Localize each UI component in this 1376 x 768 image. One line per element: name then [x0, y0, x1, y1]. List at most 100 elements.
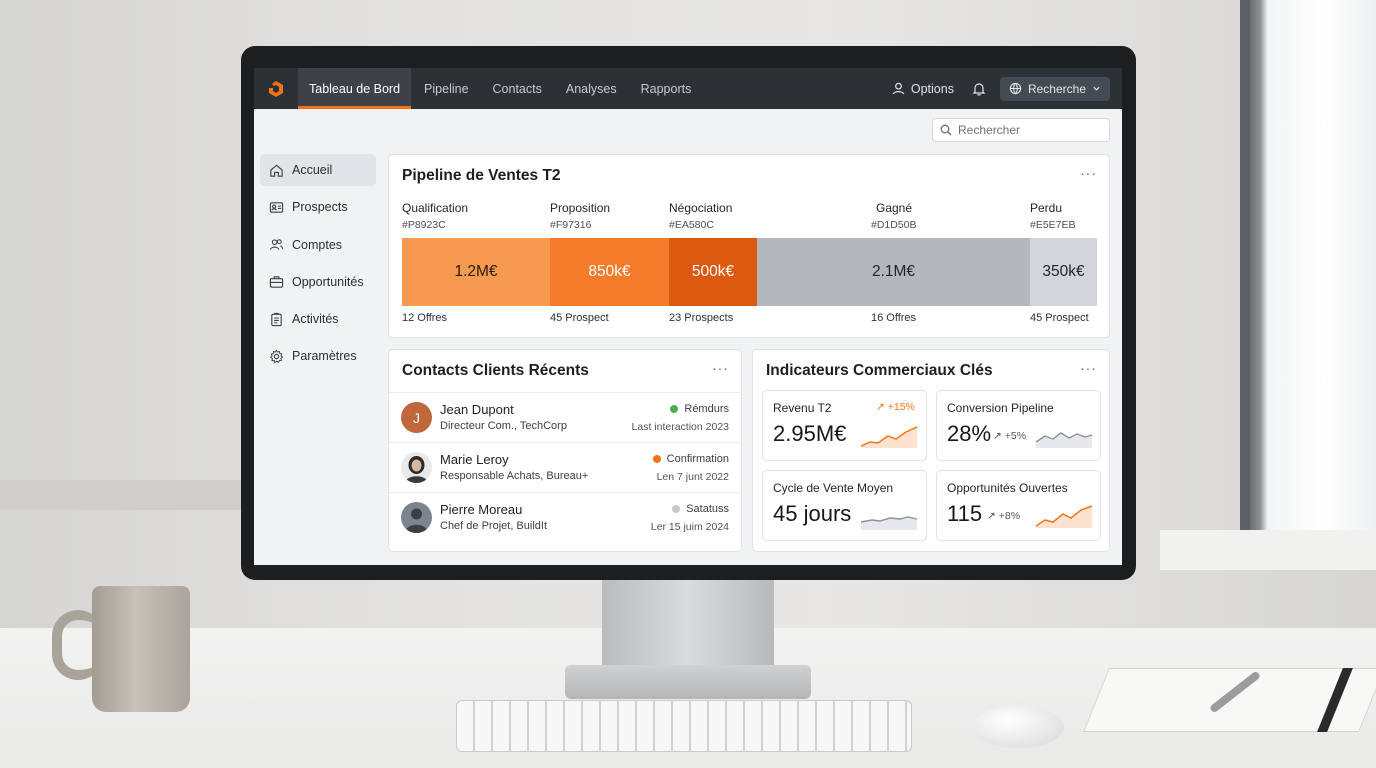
sparkline-icon [1035, 432, 1093, 448]
contact-role: Directeur Com., TechCorp [440, 420, 567, 432]
top-navigation: Tableau de Bord Pipeline Contacts Analys… [254, 68, 1122, 109]
contact-status: Confirmation [652, 453, 729, 465]
mouse [972, 706, 1064, 748]
kpi-conversion[interactable]: Conversion Pipeline 28% ↗ +5% [936, 390, 1101, 461]
stage-count: 12 Offres [402, 312, 448, 324]
contact-row[interactable]: Marie Leroy Responsable Achats, Bureau+ … [389, 442, 741, 492]
logo-icon[interactable] [254, 68, 298, 109]
sidebar-item-activites[interactable]: Activités [260, 303, 376, 335]
sparkline-icon [860, 426, 918, 448]
gear-icon [269, 349, 284, 364]
briefcase-icon [269, 276, 284, 289]
status-label: Satatuss [686, 503, 729, 515]
kpi-delta: ↗ +8% [987, 510, 1020, 522]
kpi-value: 2.95M€ [773, 421, 847, 446]
contact-role: Chef de Projet, BuildIt [440, 520, 548, 532]
recherche-dropdown[interactable]: Recherche [999, 76, 1110, 101]
nav-tab-pipeline[interactable]: Pipeline [413, 68, 479, 109]
status-dot [652, 455, 661, 463]
id-card-icon [269, 202, 284, 213]
stage-count: 23 Prospects [669, 312, 734, 324]
contact-role: Responsable Achats, Bureau+ [440, 470, 589, 482]
kpi-label: Revenu T2 [773, 401, 832, 415]
keyboard [456, 700, 912, 752]
status-label: Confirmation [666, 453, 729, 465]
stage-hex: #EA580C [669, 219, 714, 231]
kpi-label: Conversion Pipeline [947, 401, 1054, 415]
kpi-delta: ↗ +5% [993, 430, 1026, 442]
nav-tab-tableau-de-bord[interactable]: Tableau de Bord [298, 68, 412, 109]
avatar: J [401, 402, 432, 433]
kpi-revenu[interactable]: Revenu T2 ↗ +15% 2.95M€ [762, 390, 927, 461]
recent-contacts-card: Contacts Clients Récents ··· J Jean Dupo… [388, 349, 742, 552]
globe-icon [1009, 82, 1022, 95]
stage-bar-negociation[interactable]: 500k€ [669, 238, 757, 306]
contacts-title: Contacts Clients Récents [402, 362, 589, 379]
sparkline-icon [1035, 505, 1093, 528]
stage-bar-proposition[interactable]: 850k€ [550, 238, 669, 306]
contact-name: Jean Dupont [440, 402, 514, 417]
contact-status: Satatuss [672, 503, 729, 515]
kpi-cycle-vente[interactable]: Cycle de Vente Moyen 45 jours [762, 470, 927, 541]
pipeline-card: Pipeline de Ventes T2 ··· Qualification … [388, 154, 1110, 338]
sidebar-item-comptes[interactable]: Comptes [260, 229, 376, 261]
stage-hex: #F97316 [550, 219, 592, 231]
contact-status: Rémdurs [670, 403, 729, 415]
stage-label: Qualification [402, 201, 469, 215]
sidebar-item-label: Prospects [292, 200, 348, 215]
kpi-title: Indicateurs Commerciaux Clés [766, 362, 993, 379]
kpi-delta-value: +5% [1004, 430, 1027, 442]
search-placeholder: Rechercher [958, 123, 1021, 137]
sidebar-item-opportunites[interactable]: Opportunités [260, 266, 376, 298]
background-window [1250, 0, 1376, 560]
home-icon [270, 164, 283, 177]
arrow-up-right-icon: ↗ [876, 401, 885, 413]
kpi-label: Opportunités Ouvertes [947, 481, 1068, 495]
status-label: Rémdurs [684, 403, 729, 415]
sidebar-item-parametres[interactable]: Paramètres [260, 340, 376, 372]
contact-row[interactable]: J Jean Dupont Directeur Com., TechCorp R… [389, 392, 741, 442]
sidebar-item-prospects[interactable]: Prospects [260, 191, 376, 223]
stage-count: 45 Prospect [550, 312, 609, 324]
stage-bar-qualification[interactable]: 1.2M€ [402, 238, 550, 306]
sparkline-icon [860, 516, 918, 530]
sidebar-item-label: Activités [292, 312, 339, 327]
search-input[interactable]: Rechercher [932, 118, 1110, 142]
contact-name: Marie Leroy [440, 452, 509, 467]
nav-tab-rapports[interactable]: Rapports [630, 68, 703, 109]
bell-icon[interactable] [972, 82, 986, 96]
kpi-value: 115 [947, 501, 983, 526]
stage-hex: #E5E7EB [1030, 219, 1076, 231]
users-icon [269, 239, 284, 250]
kpi-card: Indicateurs Commerciaux Clés ··· Revenu … [752, 349, 1110, 552]
status-dot [672, 505, 681, 513]
more-icon[interactable]: ··· [1080, 165, 1097, 181]
more-icon[interactable]: ··· [712, 360, 729, 376]
stage-label: Proposition [550, 201, 611, 215]
kpi-opportunites[interactable]: Opportunités Ouvertes 115 ↗ +8% [936, 470, 1101, 541]
nav-tab-contacts[interactable]: Contacts [482, 68, 553, 109]
sidebar-item-label: Accueil [292, 163, 333, 177]
options-button[interactable]: Options [892, 82, 954, 96]
chevron-down-icon [1093, 86, 1100, 91]
stage-count: 45 Prospect [1030, 312, 1089, 324]
stage-hex: #D1D50B [871, 219, 917, 231]
stage-bar-perdu[interactable]: 350k€ [1030, 238, 1097, 306]
more-icon[interactable]: ··· [1080, 360, 1097, 376]
sidebar-item-label: Paramètres [292, 349, 357, 364]
monitor-stand [602, 578, 774, 673]
kpi-label: Cycle de Vente Moyen [773, 481, 894, 495]
person-photo-icon [405, 456, 428, 483]
stage-bar-gagne[interactable]: 2.1M€ [757, 238, 1030, 306]
sidebar-item-accueil[interactable]: Accueil [260, 154, 376, 186]
nav-tab-analyses[interactable]: Analyses [555, 68, 628, 109]
contact-date: Len 7 junt 2022 [656, 471, 729, 483]
stage-label: Négociation [669, 201, 733, 215]
recherche-label: Recherche [1027, 81, 1086, 96]
options-label: Options [910, 81, 954, 96]
contact-date: Last interaction 2023 [631, 421, 729, 433]
stage-count: 16 Offres [871, 312, 917, 324]
user-icon [892, 82, 905, 95]
clipboard-icon [271, 312, 282, 326]
contact-row[interactable]: Pierre Moreau Chef de Projet, BuildIt Sa… [389, 492, 741, 542]
